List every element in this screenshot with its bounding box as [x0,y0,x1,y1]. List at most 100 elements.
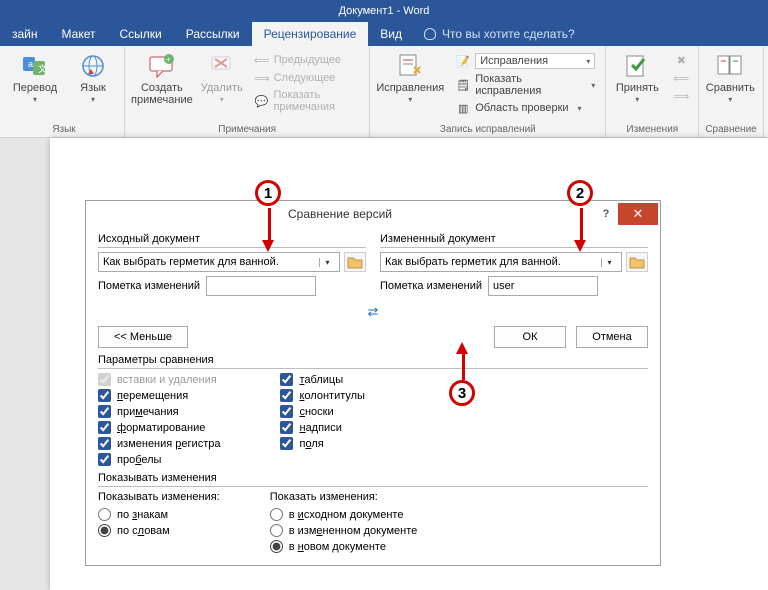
radio-in-revised[interactable]: в измененном документе [270,524,418,537]
language-button[interactable]: Язык ▾ [68,50,118,105]
delete-comment-icon [207,52,237,80]
left-radio-header: Показывать изменения: [98,491,220,503]
prev-comment-button[interactable]: ⟸ Предыдущее [251,52,364,68]
arrow-1-line [268,208,271,242]
tab-layout[interactable]: Макет [50,22,108,46]
chk-tables[interactable]: таблицы [280,373,364,386]
dialog-close-button[interactable]: ✕ [618,203,658,225]
dialog-help-button[interactable]: ? [594,208,618,220]
accept-button[interactable]: Принять ▾ [612,50,662,105]
group-label-language: Язык [10,122,118,135]
rev-changes-input[interactable] [488,276,598,296]
tab-references[interactable]: Ссылки [107,22,173,46]
arrow-3-line [462,352,465,380]
arrow-3-head [456,342,468,354]
prev-change-icon: ⟸ [674,71,688,85]
chk-textboxes[interactable]: надписи [280,421,364,434]
arrow-2-head [574,240,586,252]
rev-changes-label: Пометка изменений [380,280,482,292]
comment-icon: 💬 [255,94,269,108]
group-protect: Блок авт [764,46,768,137]
prev-change-button[interactable]: ⟸ [670,70,692,86]
app-title: Документ1 - Word [339,5,430,17]
cancel-button[interactable]: Отмена [576,326,648,348]
chk-whitespace[interactable]: пробелы [98,453,220,466]
globe-icon [78,52,108,80]
next-change-icon: ⟹ [674,89,688,103]
new-comment-button[interactable]: + Создать примечание [131,50,193,106]
next-comment-button[interactable]: ⟹ Следующее [251,70,364,86]
compare-button[interactable]: Сравнить ▾ [705,50,755,105]
show-markup-button[interactable]: 🗒 Показать исправления ▾ [452,72,599,98]
swap-icon: ⇄ [368,304,379,319]
group-compare: Сравнить ▾ Сравнение [699,46,763,137]
radio-by-char[interactable]: по знакам [98,508,220,521]
accept-icon [622,52,652,80]
chk-fields[interactable]: поля [280,437,364,450]
ribbon: a文 Перевод ▾ Язык ▾ Язык + Создать приме… [0,46,768,138]
annotation-2: 2 [567,180,593,206]
track-changes-button[interactable]: Исправления ▾ [376,50,444,105]
delete-comment-button[interactable]: Удалить ▾ [201,50,243,105]
chk-headers[interactable]: колонтитулы [280,389,364,402]
new-comment-icon: + [147,52,177,80]
reject-icon: ✖ [674,53,688,67]
prev-icon: ⟸ [255,53,269,67]
ribbon-tabs: зайн Макет Ссылки Рассылки Рецензировани… [0,22,768,46]
tell-me-search[interactable]: Что вы хотите сделать? [414,22,585,46]
dialog-title: Сравнение версий [86,207,594,221]
translate-icon: a文 [20,52,50,80]
group-language: a文 Перевод ▾ Язык ▾ Язык [4,46,125,137]
chevron-down-icon: ▾ [319,258,335,267]
less-button[interactable]: << Меньше [98,326,188,348]
tab-design[interactable]: зайн [0,22,50,46]
svg-text:a: a [28,59,33,69]
compare-dialog: Сравнение версий ? ✕ Исходный документ К… [85,200,661,566]
chk-insertions: вставки и удаления [98,373,220,386]
chk-footnotes[interactable]: сноски [280,405,364,418]
show-markup-icon: 🗒 [456,78,470,92]
swap-button[interactable]: ⇄ [98,304,648,320]
tab-review[interactable]: Рецензирование [252,22,369,46]
next-icon: ⟹ [255,71,269,85]
params-header: Параметры сравнения [98,354,648,369]
close-icon: ✕ [633,206,644,222]
tell-me-placeholder: Что вы хотите сделать? [442,27,575,41]
compare-icon [715,52,745,80]
group-label-comments: Примечания [131,122,363,135]
tab-mailings[interactable]: Рассылки [174,22,252,46]
group-tracking: Исправления ▾ 📝 Исправления ▾ 🗒 Показать… [370,46,606,137]
revised-doc-combo[interactable]: Как выбрать герметик для ванной. ▾ [380,252,622,272]
arrow-2-line [580,208,583,242]
reviewing-pane-button[interactable]: ▥ Область проверки ▾ [452,100,599,116]
radio-by-word[interactable]: по словам [98,524,220,537]
next-change-button[interactable]: ⟹ [670,88,692,104]
translate-button[interactable]: a文 Перевод ▾ [10,50,60,105]
svg-text:+: + [166,55,171,64]
reject-button[interactable]: ✖ [670,52,692,68]
arrow-1-head [262,240,274,252]
orig-changes-label: Пометка изменений [98,280,200,292]
pane-icon: ▥ [456,101,470,115]
chk-case[interactable]: изменения регистра [98,437,220,450]
ok-button[interactable]: ОК [494,326,566,348]
show-comments-button[interactable]: 💬 Показать примечания [251,88,364,114]
radio-in-original[interactable]: в исходном документе [270,508,418,521]
markup-icon: 📝 [456,54,470,68]
chk-comments[interactable]: примечания [98,405,220,418]
revised-column: Измененный документ Как выбрать герметик… [380,233,648,296]
chk-moves[interactable]: перемещения [98,389,220,402]
chk-formatting[interactable]: форматирование [98,421,220,434]
radio-in-new[interactable]: в новом документе [270,540,418,553]
original-doc-combo[interactable]: Как выбрать герметик для ванной. ▾ [98,252,340,272]
revised-browse-button[interactable] [626,252,648,272]
group-comments: + Создать примечание Удалить ▾ ⟸ Предыду… [125,46,370,137]
annotation-1: 1 [255,180,281,206]
revised-doc-label: Измененный документ [380,233,648,248]
orig-changes-input[interactable] [206,276,316,296]
original-browse-button[interactable] [344,252,366,272]
tab-view[interactable]: Вид [368,22,414,46]
display-for-review-combo[interactable]: 📝 Исправления ▾ [452,52,599,70]
original-doc-label: Исходный документ [98,233,366,248]
original-column: Исходный документ Как выбрать герметик д… [98,233,366,296]
